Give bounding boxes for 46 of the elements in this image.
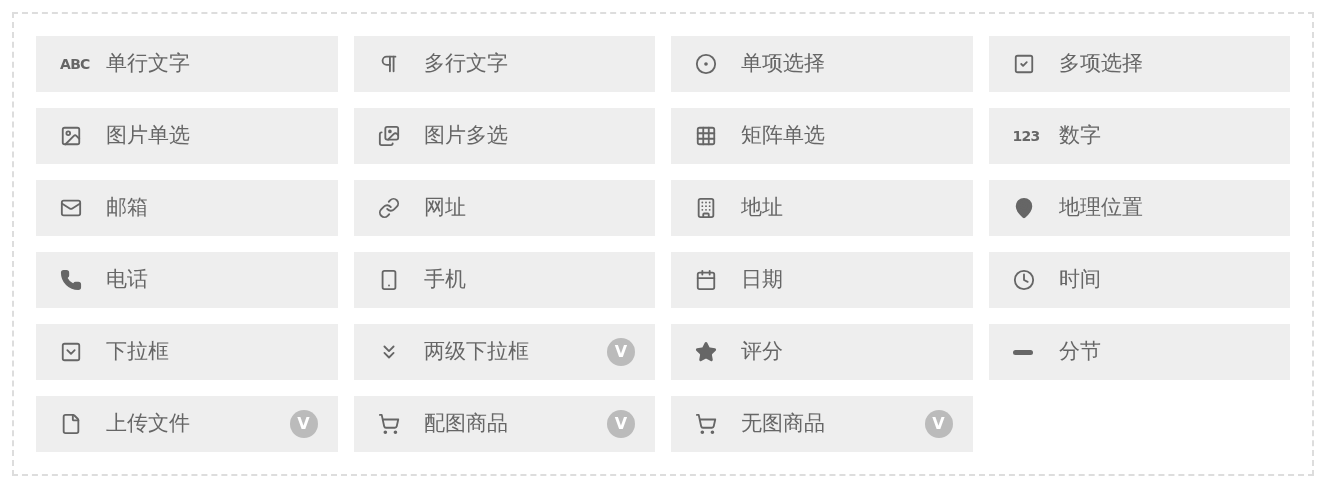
field-type-button[interactable]: 手机 [353,252,655,308]
phone-icon [60,269,82,291]
field-type-button[interactable]: 电话 [36,252,338,308]
field-type-button[interactable]: 下拉框 [36,324,338,380]
field-type-button[interactable]: 配图商品 V [353,396,655,452]
field-type-button[interactable]: 网址 [353,180,655,236]
version-badge: V [289,410,318,438]
version-badge: V [607,338,635,366]
field-type-button[interactable]: 评分 [671,324,973,380]
dropdown-icon [60,341,82,363]
minus-icon [1012,349,1033,355]
star-icon [695,341,717,363]
field-type-button[interactable]: 地址 [671,180,973,236]
field-type-button[interactable]: 无图商品 V [671,396,973,452]
field-type-button[interactable]: ABC 单行文字 [36,36,338,92]
images-icon [377,125,400,147]
grid-icon [695,125,717,147]
link-icon [377,197,400,219]
field-type-button[interactable]: 单项选择 [671,36,973,92]
field-type-button[interactable]: 123 数字 [988,108,1290,164]
version-badge: V [924,410,953,438]
field-type-button[interactable]: 两级下拉框 V [353,324,655,380]
text-glyph-icon: ABC [60,53,88,75]
field-type-button[interactable]: 上传文件 V [36,396,338,452]
radio-icon [695,53,717,75]
field-type-button[interactable]: 邮箱 [36,180,338,236]
field-type-button[interactable]: 分节 [988,324,1290,380]
mail-icon [60,197,82,219]
text-glyph-icon: 123 [1012,125,1041,147]
field-type-button[interactable]: 时间 [988,252,1290,308]
cart-icon [377,413,400,435]
field-type-button[interactable]: 多项选择 [988,36,1290,92]
field-type-button[interactable]: 地理位置 [988,180,1290,236]
building-icon [695,197,717,219]
field-type-button[interactable]: 矩阵单选 [671,108,973,164]
image-icon [60,125,82,147]
cart-icon [695,413,717,435]
clock-icon [1012,269,1035,291]
calendar-icon [695,269,717,291]
field-type-button[interactable]: 图片多选 [353,108,655,164]
field-type-button[interactable]: 日期 [671,252,973,308]
file-icon [60,413,82,435]
checkbox-icon [1012,53,1035,75]
version-badge: V [607,410,635,438]
field-type-button[interactable]: 图片单选 [36,108,338,164]
field-type-button[interactable]: 多行文字 [353,36,655,92]
